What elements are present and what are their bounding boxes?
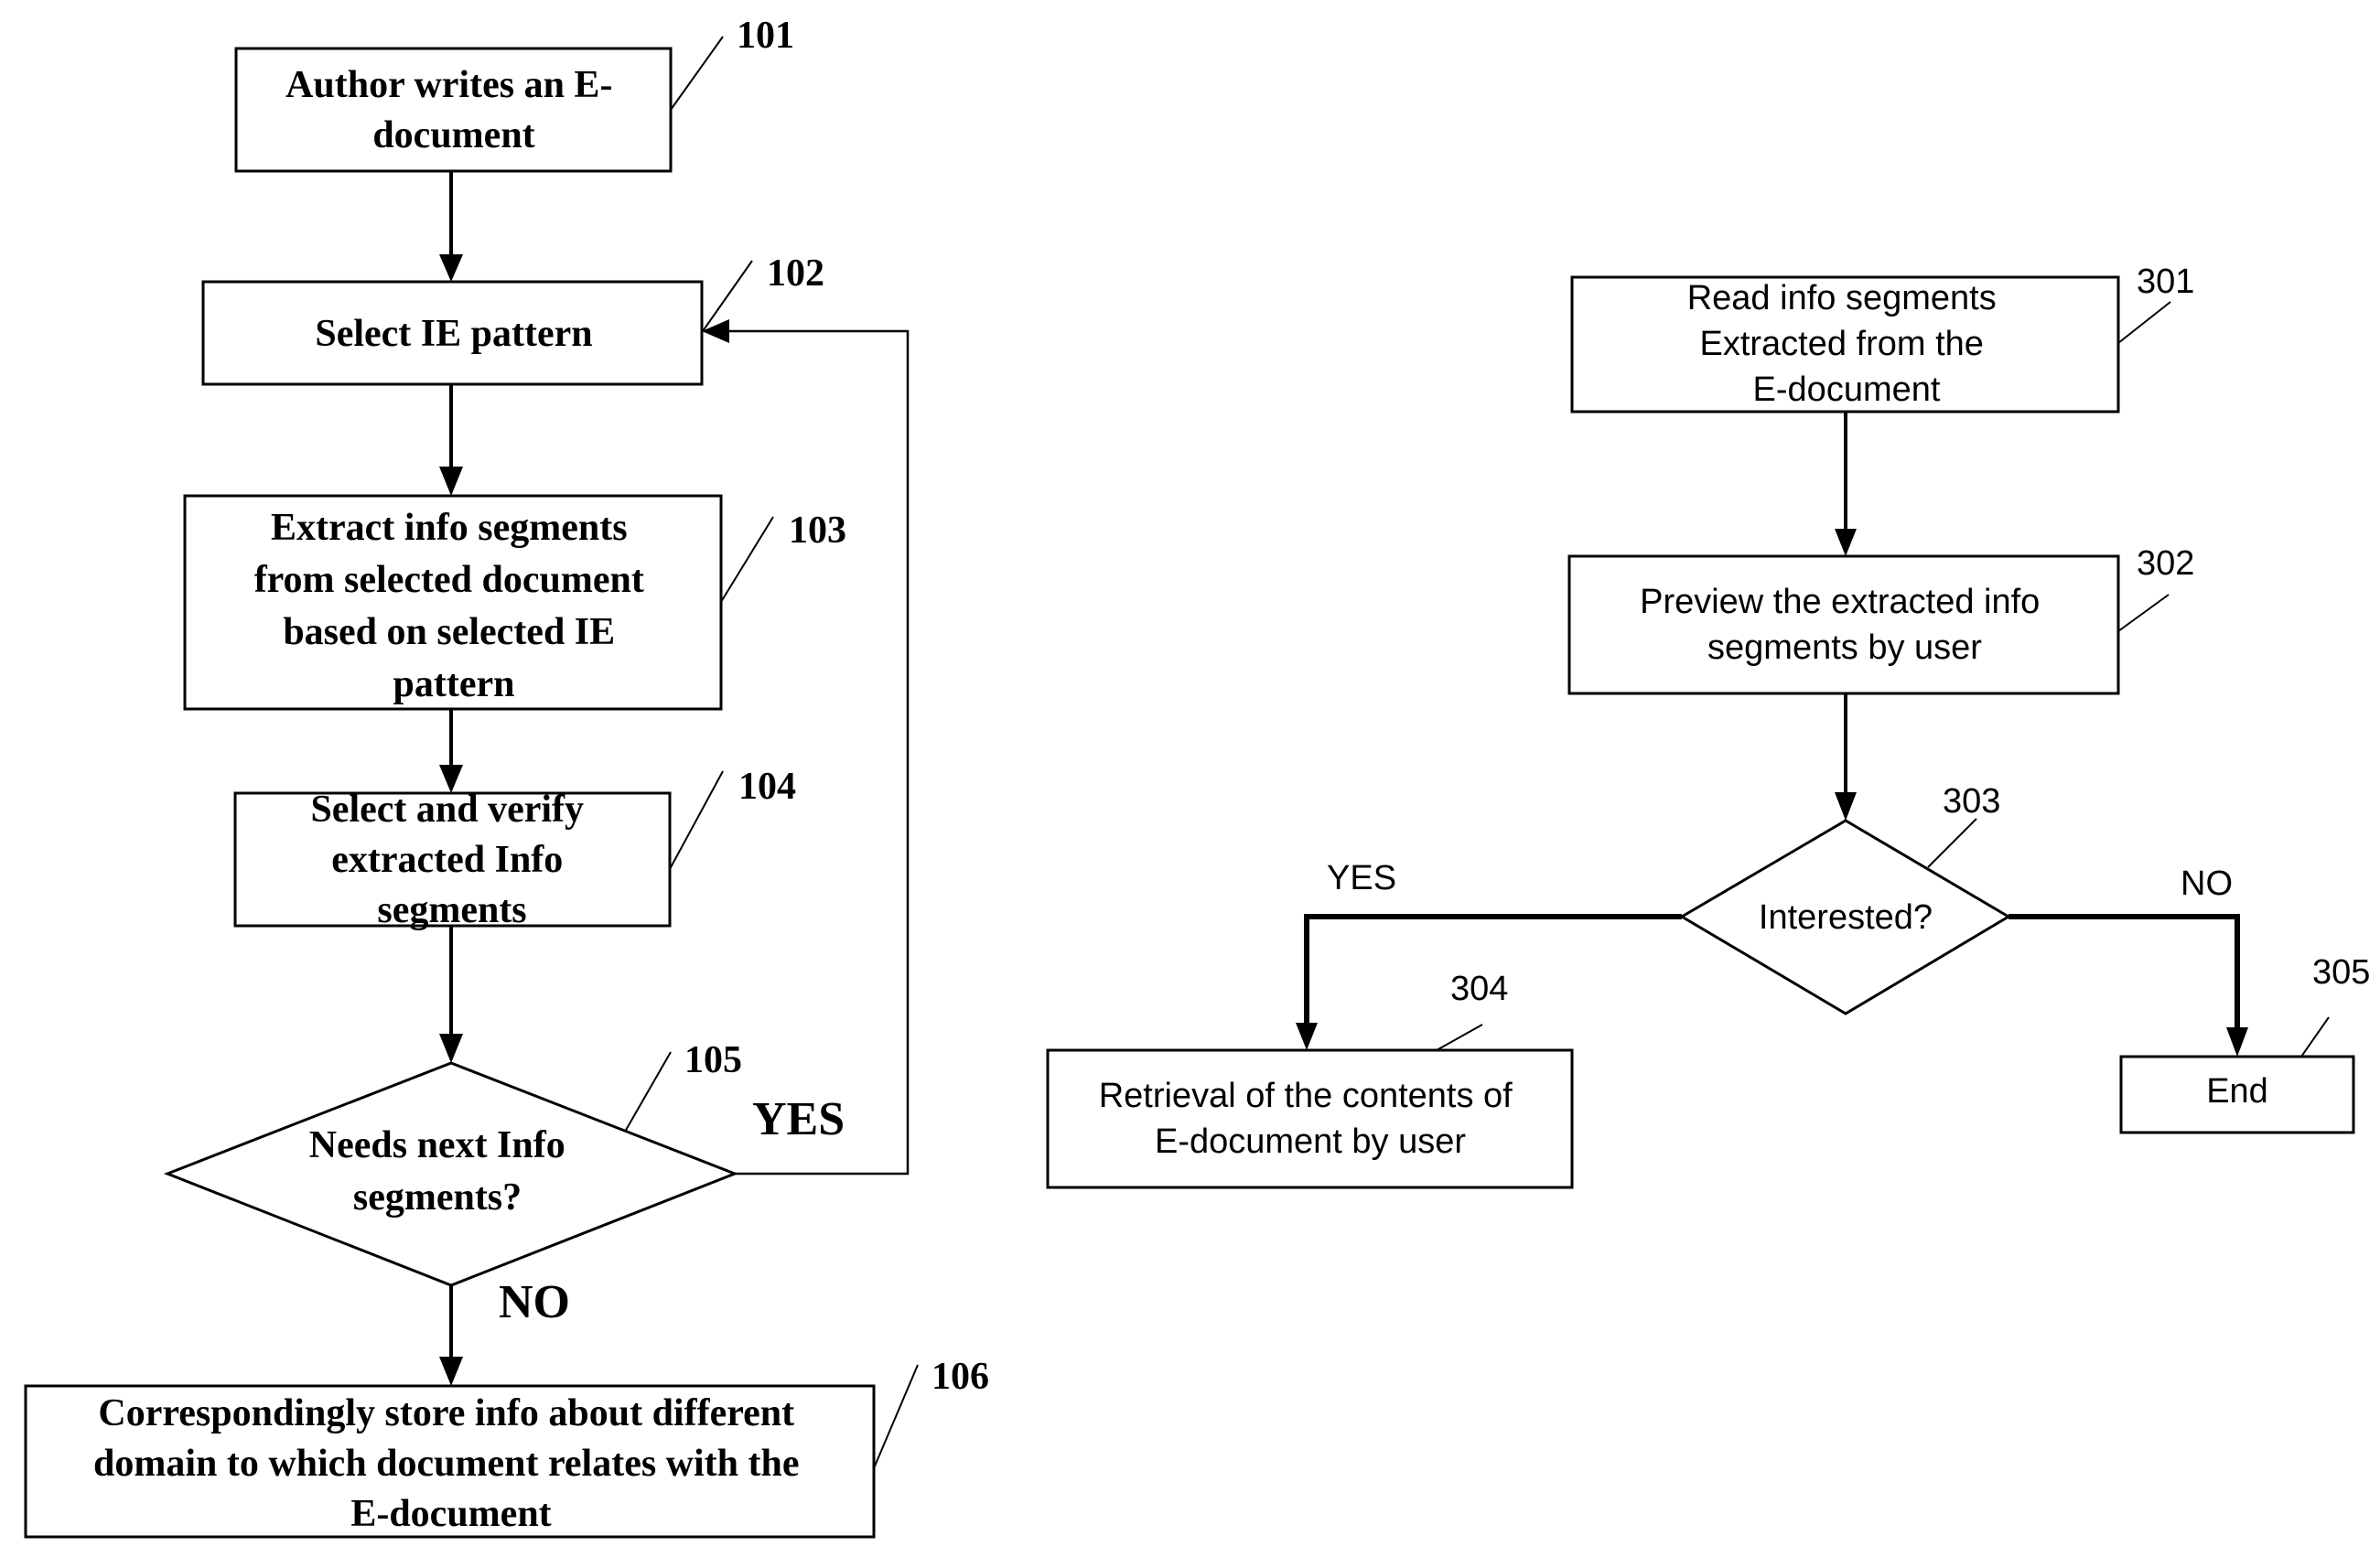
ref-label-304: 304 <box>1450 970 1508 1008</box>
step-302-box <box>1567 554 2120 695</box>
leader-line-106 <box>873 1364 919 1469</box>
step-301: Read info segments Extracted from the E-… <box>1570 263 2194 413</box>
right-flowchart: Read info segments Extracted from the E-… <box>1046 263 2370 1189</box>
arrowhead-icon <box>702 319 729 343</box>
ref-label-303: 303 <box>1943 782 2000 821</box>
leader-line-105 <box>624 1051 672 1133</box>
step-102-text: Select IE pattern <box>315 313 592 355</box>
decision-105-diamond <box>163 1061 739 1287</box>
arrowhead-icon <box>439 254 463 282</box>
ref-label-101: 101 <box>737 15 794 57</box>
step-302: Preview the extracted info segments by u… <box>1567 544 2194 695</box>
leader-line-304 <box>1436 1024 1483 1051</box>
step-305-text: End <box>2206 1072 2268 1111</box>
arrowhead-icon <box>439 1034 463 1063</box>
step-304: Retrieval of the contents of E-document … <box>1046 970 1574 1189</box>
yes-feedback-line <box>727 329 910 1176</box>
step-103: Extract info segments from selected docu… <box>183 494 846 711</box>
leader-line-301 <box>2117 301 2171 344</box>
ref-label-104: 104 <box>738 766 796 808</box>
step-102: Select IE pattern 102 <box>201 252 824 386</box>
no-branch-line <box>2008 914 2240 1029</box>
left-flowchart: Author writes an E- document 101 Select … <box>24 15 989 1539</box>
arrowhead-icon <box>1835 529 1857 556</box>
no-label-105: NO <box>499 1276 570 1328</box>
ref-label-102: 102 <box>767 252 824 295</box>
ref-label-105: 105 <box>684 1039 742 1081</box>
no-label-303: NO <box>2181 864 2233 903</box>
leader-line-302 <box>2117 594 2170 632</box>
ref-label-103: 103 <box>789 510 846 552</box>
ref-label-305: 305 <box>2312 953 2370 992</box>
arrowhead-icon <box>439 1357 463 1386</box>
leader-line-305 <box>2300 1016 2330 1058</box>
arrowhead-icon <box>439 467 463 496</box>
arrowhead-icon <box>2226 1027 2248 1057</box>
flowchart-canvas: Author writes an E- document 101 Select … <box>24 15 2370 1539</box>
step-101: Author writes an E- document 101 <box>234 15 794 173</box>
step-106: Correspondingly store info about differe… <box>24 1356 989 1539</box>
arrowhead-icon <box>1296 1023 1318 1050</box>
step-305: End 305 <box>2119 953 2370 1134</box>
decision-303-text: Interested? <box>1759 898 1933 937</box>
leader-line-103 <box>720 516 774 603</box>
arrowhead-icon <box>1835 792 1857 821</box>
yes-label-105: YES <box>752 1093 845 1145</box>
ref-label-106: 106 <box>932 1356 989 1398</box>
yes-label-303: YES <box>1327 859 1396 897</box>
step-104: Select and verify extracted Info segment… <box>233 766 796 931</box>
ref-label-302: 302 <box>2137 544 2194 583</box>
ref-label-301: 301 <box>2137 263 2194 301</box>
leader-line-104 <box>669 770 724 870</box>
step-304-box <box>1046 1048 1574 1189</box>
leader-line-101 <box>670 36 724 111</box>
leader-line-303 <box>1927 818 1977 868</box>
decision-105: Needs next Info segments? 105 <box>163 1039 742 1287</box>
